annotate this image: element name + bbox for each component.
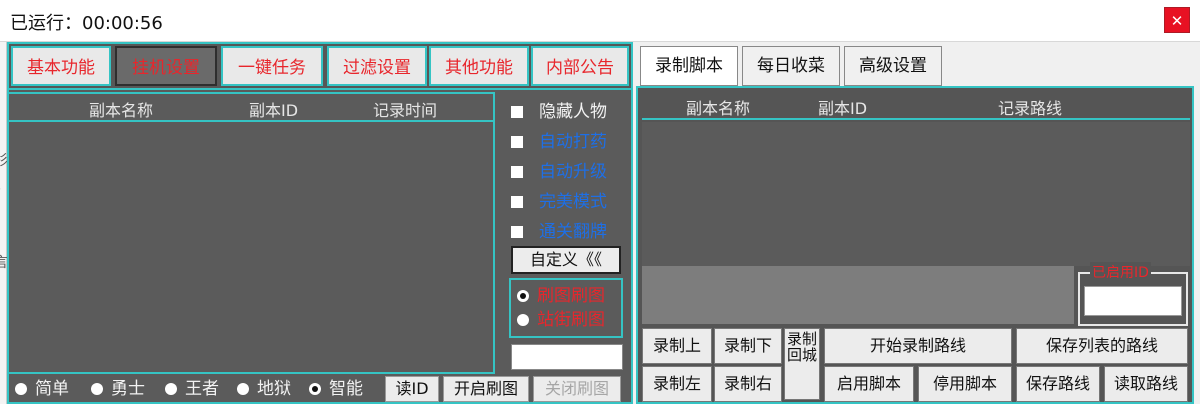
checkbox-label: 完美模式 (539, 192, 607, 212)
tab-daily-harvest[interactable]: 每日收菜 (742, 46, 840, 86)
radio-label: 站街刷图 (537, 310, 605, 330)
route-list-header: 副本名称 副本ID 记录路线 (642, 92, 1190, 120)
enabled-id-input[interactable] (1084, 286, 1182, 316)
load-route-button[interactable]: 读取路线 (1104, 366, 1188, 402)
radio-mode-2[interactable]: 站街刷图 (517, 308, 605, 332)
record-up-button[interactable]: 录制上 (642, 328, 712, 364)
edge-fragment: • (0, 182, 2, 198)
radio-label: 智能 (329, 379, 363, 399)
tab-idle-settings[interactable]: 挂机设置 (115, 46, 217, 86)
column-dungeon-name: 副本名称 (686, 99, 751, 118)
record-return-town-button[interactable]: 录制回城 (784, 328, 820, 400)
record-left-button[interactable]: 录制左 (642, 366, 712, 402)
right-tab-bar: 录制脚本 每日收菜 高级设置 (640, 46, 942, 86)
record-right-button[interactable]: 录制右 (714, 366, 782, 402)
column-record-time: 记录时间 (373, 101, 438, 120)
radio-difficulty-warrior[interactable]: 勇士 (91, 378, 145, 400)
radio-difficulty-hell[interactable]: 地狱 (237, 378, 291, 400)
column-dungeon-name: 副本名称 (89, 101, 154, 120)
enabled-id-group: 已启用ID (1078, 262, 1188, 326)
checkbox-box[interactable] (511, 226, 523, 238)
checkbox-label: 自动升级 (539, 162, 607, 182)
checkbox-label: 通关翻牌 (539, 222, 607, 242)
dungeon-record-list[interactable]: 副本名称 副本ID 记录时间 (9, 92, 495, 374)
checkbox-box[interactable] (511, 196, 523, 208)
enable-script-button[interactable]: 启用脚本 (824, 366, 914, 402)
enabled-id-title: 已启用ID (1090, 262, 1151, 282)
radio-label: 王者 (185, 379, 219, 399)
radio-label: 简单 (35, 379, 69, 399)
start-farming-button[interactable]: 开启刷图 (443, 376, 529, 402)
left-panel: 基本功能 挂机设置 一键任务 过滤设置 其他功能 内部公告 副本名称 副本ID … (7, 42, 633, 404)
record-down-button[interactable]: 录制下 (714, 328, 782, 364)
start-record-route-button[interactable]: 开始录制路线 (824, 328, 1012, 364)
list-header: 副本名称 副本ID 记录时间 (9, 94, 493, 122)
tab-basic[interactable]: 基本功能 (11, 46, 111, 86)
tab-record-script[interactable]: 录制脚本 (640, 46, 738, 86)
read-id-button[interactable]: 读ID (385, 376, 439, 402)
tab-announcement[interactable]: 内部公告 (531, 46, 629, 86)
tab-advanced-settings[interactable]: 高级设置 (844, 46, 942, 86)
background-window-edge: 杉 • 言 (0, 42, 8, 404)
close-icon: ✕ (1170, 12, 1184, 30)
radio-label: 地狱 (257, 379, 291, 399)
save-list-route-button[interactable]: 保存列表的路线 (1016, 328, 1188, 364)
mode-radio-group: 刷图刷图 站街刷图 (509, 278, 623, 338)
radio-dot[interactable] (165, 383, 177, 395)
right-panel: 副本名称 副本ID 记录路线 已启用ID 录制上 录制下 录制回城 开始录制路线… (636, 86, 1194, 404)
radio-label: 勇士 (111, 379, 145, 399)
radio-dot[interactable] (237, 383, 249, 395)
left-tab-bar: 基本功能 挂机设置 一键任务 过滤设置 其他功能 内部公告 (9, 44, 631, 90)
route-scroll-area (642, 266, 1074, 324)
options-column: 隐藏人物 自动打药 自动升级 完美模式 通关翻牌 自定义《《 刷图刷图 站街刷图 (501, 92, 631, 374)
disable-script-button[interactable]: 停用脚本 (918, 366, 1012, 402)
radio-dot[interactable] (517, 290, 529, 302)
route-list[interactable] (642, 122, 1190, 266)
stop-farming-button[interactable]: 关闭刷图 (533, 376, 621, 402)
radio-dot[interactable] (91, 383, 103, 395)
radio-dot[interactable] (15, 383, 27, 395)
option-input[interactable] (511, 344, 623, 370)
custom-button[interactable]: 自定义《《 (511, 246, 621, 274)
checkbox-label: 隐藏人物 (539, 102, 607, 122)
checkbox-box[interactable] (511, 106, 523, 118)
radio-difficulty-king[interactable]: 王者 (165, 378, 219, 400)
title-bar: 已运行：00:00:56 ✕ (0, 0, 1200, 42)
difficulty-bar: 简单 勇士 王者 地狱 智能 读ID 开启刷图 关闭刷图 (9, 374, 631, 402)
radio-label: 刷图刷图 (537, 286, 605, 306)
close-button[interactable]: ✕ (1164, 7, 1190, 33)
tab-filter-settings[interactable]: 过滤设置 (327, 46, 427, 86)
radio-mode-1[interactable]: 刷图刷图 (517, 284, 605, 308)
column-dungeon-id: 副本ID (249, 101, 299, 120)
tab-other-functions[interactable]: 其他功能 (429, 46, 529, 86)
checkbox-label: 自动打药 (539, 132, 607, 152)
radio-difficulty-easy[interactable]: 简单 (15, 378, 69, 400)
tab-one-click-tasks[interactable]: 一键任务 (221, 46, 323, 86)
window-title: 已运行：00:00:56 (10, 13, 163, 34)
radio-dot[interactable] (309, 383, 321, 395)
checkbox-box[interactable] (511, 166, 523, 178)
column-dungeon-id: 副本ID (818, 99, 868, 118)
radio-dot[interactable] (517, 314, 529, 326)
column-record-route: 记录路线 (998, 99, 1063, 118)
save-route-button[interactable]: 保存路线 (1016, 366, 1100, 402)
checkbox-box[interactable] (511, 136, 523, 148)
radio-difficulty-smart[interactable]: 智能 (309, 378, 363, 400)
